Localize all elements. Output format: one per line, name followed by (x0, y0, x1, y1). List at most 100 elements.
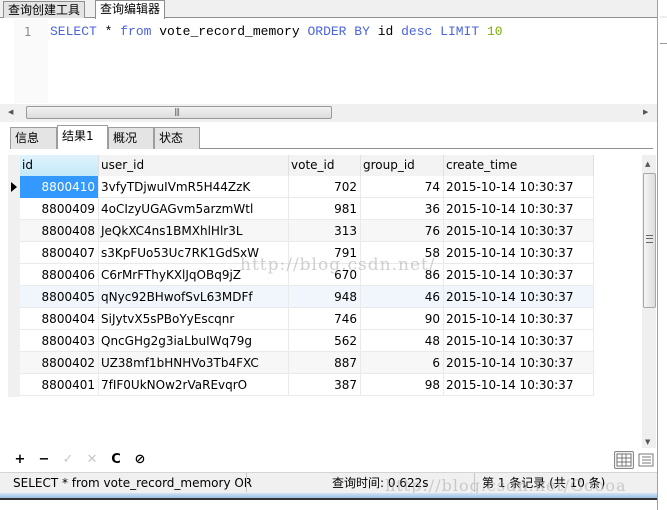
cell-group-id[interactable]: 36 (361, 198, 444, 220)
cell-group-id[interactable]: 90 (361, 308, 444, 330)
table-row[interactable]: 8800402 UZ38mf1bHNHVo3Tb4FXC 887 6 2015-10-1… (8, 352, 594, 374)
cell-vote-id[interactable]: 887 (289, 352, 361, 374)
table-row[interactable]: 8800408 JeQkXC4ns1BMXhlHlr3L 313 76 2015-10-… (8, 220, 594, 242)
tab-status[interactable]: 状态 (154, 127, 200, 149)
cell-group-id[interactable]: 48 (361, 330, 444, 352)
status-sql: SELECT * from vote_record_memory OR (13, 476, 253, 490)
discard-changes-icon[interactable]: ✕ (84, 452, 100, 468)
cell-user-id[interactable]: JeQkXC4ns1BMXhlHlr3L (99, 220, 289, 242)
cell-id[interactable]: 8800410 (20, 176, 99, 198)
cell-user-id[interactable]: SiJytvX5sPBoYyEscqnr (99, 308, 289, 330)
add-record-icon[interactable]: + (12, 452, 28, 468)
row-indicator[interactable] (8, 308, 20, 330)
cell-vote-id[interactable]: 948 (289, 286, 361, 308)
row-indicator[interactable] (8, 220, 20, 242)
cell-id[interactable]: 8800407 (20, 242, 99, 264)
row-indicator[interactable] (8, 176, 20, 198)
grid-view-icon (616, 453, 632, 467)
tab-profile[interactable]: 概况 (108, 127, 154, 149)
cell-id[interactable]: 8800403 (20, 330, 99, 352)
sql-space (432, 24, 440, 39)
cell-create-time[interactable]: 2015-10-14 10:30:37 (444, 220, 594, 242)
cell-id[interactable]: 8800408 (20, 220, 99, 242)
cell-create-time[interactable]: 2015-10-14 10:30:37 (444, 330, 594, 352)
table-row[interactable]: 8800403 QncGHg2g3iaLbuIWq79g 562 48 2015-10-… (8, 330, 594, 352)
cell-id[interactable]: 8800406 (20, 264, 99, 286)
cell-create-time[interactable]: 2015-10-14 10:30:37 (444, 286, 594, 308)
table-row[interactable]: 8800401 7fIF0UkNOw2rVaREvqrO 387 98 2015-10-… (8, 374, 594, 396)
tab-query-builder[interactable]: 查询创建工具 (3, 1, 86, 18)
cell-user-id[interactable]: 4oCIzyUGAGvm5arzmWtl (99, 198, 289, 220)
table-row[interactable]: 8800410 3vfyTDjwuIVmR5H44ZzK 702 74 2015-10-… (8, 176, 594, 198)
cell-id[interactable]: 8800402 (20, 352, 99, 374)
right-panel-edge (658, 0, 667, 510)
scroll-down-arrow-icon[interactable]: ▼ (645, 438, 650, 446)
column-header-create-time[interactable]: create_time (444, 155, 594, 176)
delete-record-icon[interactable]: − (36, 452, 52, 468)
cell-vote-id[interactable]: 562 (289, 330, 361, 352)
cell-group-id[interactable]: 98 (361, 374, 444, 396)
refresh-icon[interactable]: C (108, 452, 124, 468)
row-indicator[interactable] (8, 374, 20, 396)
column-header-id[interactable]: id (20, 155, 99, 176)
table-row[interactable]: 8800405 qNyc92BHwofSvL63MDFf 948 46 2015-10-… (8, 286, 594, 308)
cell-group-id[interactable]: 76 (361, 220, 444, 242)
sql-code-line[interactable]: SELECT * from vote_record_memory ORDER B… (50, 24, 503, 39)
cell-create-time[interactable]: 2015-10-14 10:30:37 (444, 264, 594, 286)
cell-id[interactable]: 8800405 (20, 286, 99, 308)
cell-vote-id[interactable]: 313 (289, 220, 361, 242)
sql-keyword: SELECT (50, 24, 97, 39)
row-indicator[interactable] (8, 242, 20, 264)
column-header-user-id[interactable]: user_id (99, 155, 289, 176)
form-view-icon (638, 453, 654, 467)
column-header-group-id[interactable]: group_id (361, 155, 444, 176)
cell-user-id[interactable]: 7fIF0UkNOw2rVaREvqrO (99, 374, 289, 396)
cell-create-time[interactable]: 2015-10-14 10:30:37 (444, 308, 594, 330)
row-indicator[interactable] (8, 330, 20, 352)
tab-info[interactable]: 信息 (10, 127, 57, 149)
cell-id[interactable]: 8800409 (20, 198, 99, 220)
scroll-grip-icon (646, 235, 653, 243)
cell-create-time[interactable]: 2015-10-14 10:30:37 (444, 374, 594, 396)
cell-id[interactable]: 8800404 (20, 308, 99, 330)
cell-group-id[interactable]: 6 (361, 352, 444, 374)
cell-vote-id[interactable]: 387 (289, 374, 361, 396)
cell-create-time[interactable]: 2015-10-14 10:30:37 (444, 176, 594, 198)
cell-user-id[interactable]: 3vfyTDjwuIVmR5H44ZzK (99, 176, 289, 198)
sql-text: * (96, 24, 121, 39)
tab-query-editor[interactable]: 查询编辑器 (95, 0, 166, 19)
form-view-button[interactable] (636, 451, 656, 469)
scroll-right-arrow-icon[interactable]: ▶ (643, 108, 648, 116)
scroll-left-arrow-icon[interactable]: ◀ (8, 108, 13, 116)
row-indicator[interactable] (8, 352, 20, 374)
column-header-vote-id[interactable]: vote_id (289, 155, 361, 176)
stop-icon[interactable]: ⊘ (132, 452, 148, 468)
table-row[interactable]: 8800409 4oCIzyUGAGvm5arzmWtl 981 36 2015-10-… (8, 198, 594, 220)
cell-user-id[interactable]: QncGHg2g3iaLbuIWq79g (99, 330, 289, 352)
status-separator (246, 473, 247, 492)
cell-id[interactable]: 8800401 (20, 374, 99, 396)
row-indicator[interactable] (8, 286, 20, 308)
scroll-grip-line (646, 238, 653, 239)
cell-user-id[interactable]: UZ38mf1bHNHVo3Tb4FXC (99, 352, 289, 374)
cell-create-time[interactable]: 2015-10-14 10:30:37 (444, 242, 594, 264)
cell-user-id[interactable]: qNyc92BHwofSvL63MDFf (99, 286, 289, 308)
cell-create-time[interactable]: 2015-10-14 10:30:37 (444, 352, 594, 374)
tab-result1[interactable]: 结果1 (57, 125, 108, 149)
cell-group-id[interactable]: 46 (361, 286, 444, 308)
cell-vote-id[interactable]: 746 (289, 308, 361, 330)
cell-vote-id[interactable]: 702 (289, 176, 361, 198)
sql-keyword: desc (401, 24, 433, 39)
table-row[interactable]: 8800404 SiJytvX5sPBoYyEscqnr 746 90 2015-10-… (8, 308, 594, 330)
sql-number: 10 (486, 24, 503, 39)
cell-create-time[interactable]: 2015-10-14 10:30:37 (444, 198, 594, 220)
sql-table-name: vote_record_memory (151, 24, 308, 39)
apply-changes-icon[interactable]: ✓ (60, 452, 76, 468)
cell-group-id[interactable]: 74 (361, 176, 444, 198)
grid-view-button[interactable] (614, 451, 634, 469)
sql-keyword: from (120, 24, 152, 39)
cell-vote-id[interactable]: 981 (289, 198, 361, 220)
scroll-up-arrow-icon[interactable]: ▲ (645, 160, 650, 168)
row-indicator[interactable] (8, 264, 20, 286)
row-indicator[interactable] (8, 198, 20, 220)
